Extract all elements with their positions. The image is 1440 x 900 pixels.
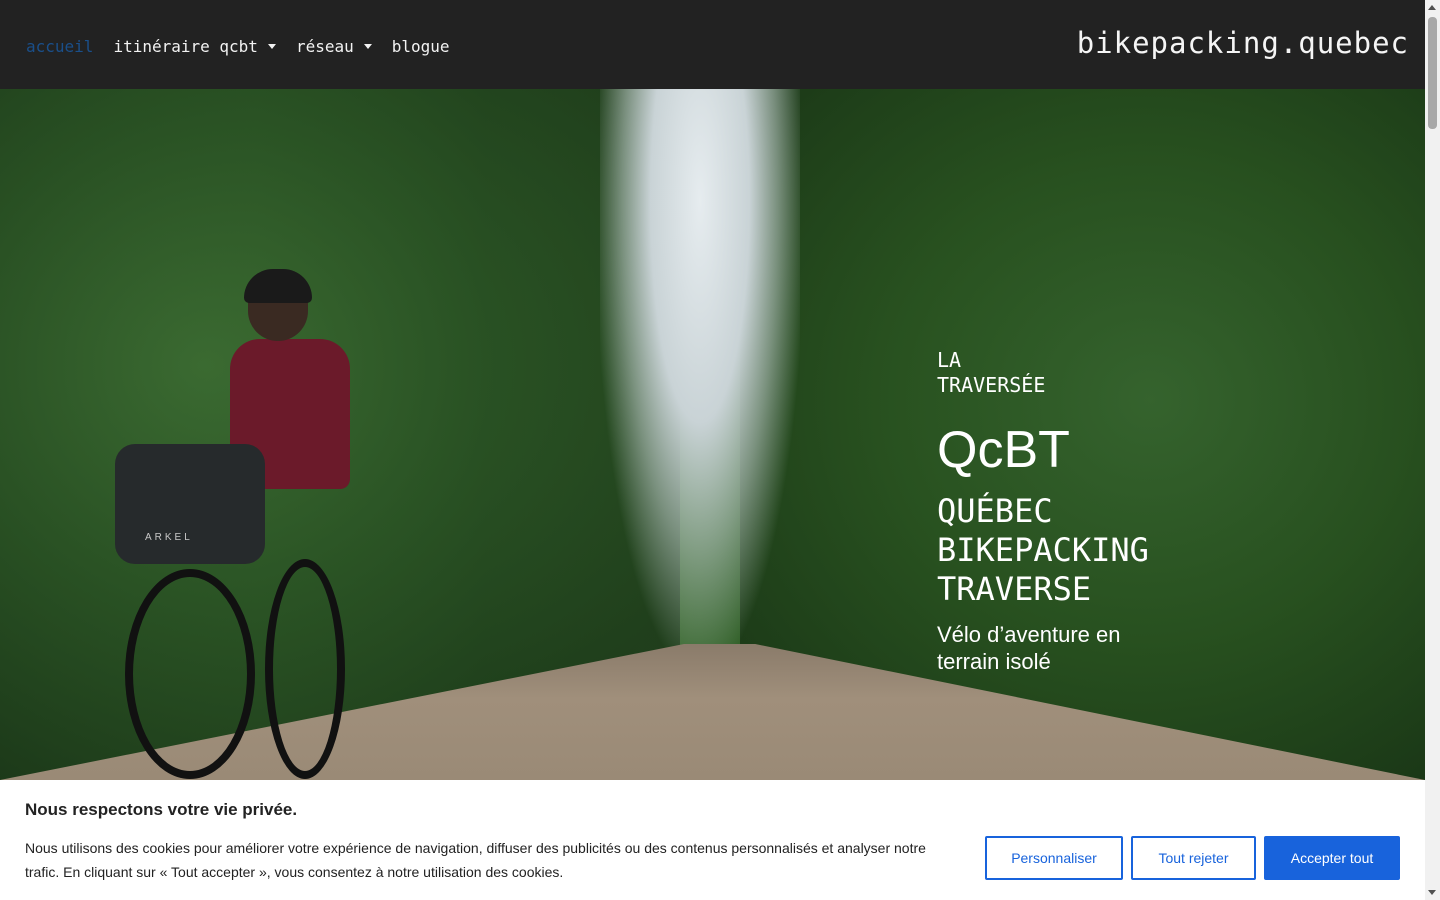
hero-eyebrow: LA TRAVERSÉE xyxy=(937,348,1046,397)
reject-all-cookies-button[interactable]: Tout rejeter xyxy=(1131,836,1256,880)
hero-photo-handlebar-bag: ARKEL xyxy=(115,444,265,564)
hero-photo-bike-rear-wheel xyxy=(265,559,345,779)
hero-photo-bag-brand: ARKEL xyxy=(145,532,193,543)
nav-item-blogue[interactable]: blogue xyxy=(392,37,450,56)
hero-subtitle: QUÉBEC BIKEPACKING TRAVERSE xyxy=(937,492,1149,608)
hero-photo-bike-front-wheel xyxy=(125,569,255,779)
nav-item-itineraire-qcbt[interactable]: itinéraire qcbt xyxy=(113,37,276,56)
nav-item-reseau[interactable]: réseau xyxy=(296,37,372,56)
nav-item-accueil[interactable]: accueil xyxy=(26,37,93,56)
customize-cookies-button[interactable]: Personnaliser xyxy=(985,836,1123,880)
accept-all-cookies-button[interactable]: Accepter tout xyxy=(1264,836,1400,880)
scrollbar-thumb[interactable] xyxy=(1428,17,1437,129)
scroll-up-arrow-icon[interactable] xyxy=(1428,5,1436,10)
scroll-down-arrow-icon[interactable] xyxy=(1428,890,1436,895)
hero-photo-sky xyxy=(600,89,800,649)
hero-text-block: LA TRAVERSÉE QcBT QUÉBEC BIKEPACKING TRA… xyxy=(937,348,1187,675)
nav-item-label: itinéraire qcbt xyxy=(113,37,258,56)
cookie-banner-text: Nous utilisons des cookies pour améliore… xyxy=(25,840,926,880)
caret-down-icon xyxy=(363,44,372,49)
site-brand-logo[interactable]: bikepacking.quebec xyxy=(1077,26,1409,60)
hero-tagline: Vélo d’aventure en terrain isolé xyxy=(937,622,1121,674)
nav-item-label: blogue xyxy=(391,37,450,56)
page-scrollbar[interactable] xyxy=(1425,0,1440,900)
nav-item-label: accueil xyxy=(26,37,94,56)
hero-banner: ARKEL LA TRAVERSÉE QcBT QUÉBEC BIKEPACKI… xyxy=(0,89,1425,780)
main-nav: accueil itinéraire qcbt réseau blogue xyxy=(26,37,470,56)
site-header: accueil itinéraire qcbt réseau blogue bi… xyxy=(0,0,1425,89)
cookie-consent-banner: Nous respectons votre vie privée. Nous u… xyxy=(0,780,1425,900)
hero-title: QcBT xyxy=(937,421,1070,479)
cookie-banner-title: Nous respectons votre vie privée. xyxy=(25,800,298,819)
nav-item-label: réseau xyxy=(295,37,354,56)
caret-down-icon xyxy=(267,44,276,49)
